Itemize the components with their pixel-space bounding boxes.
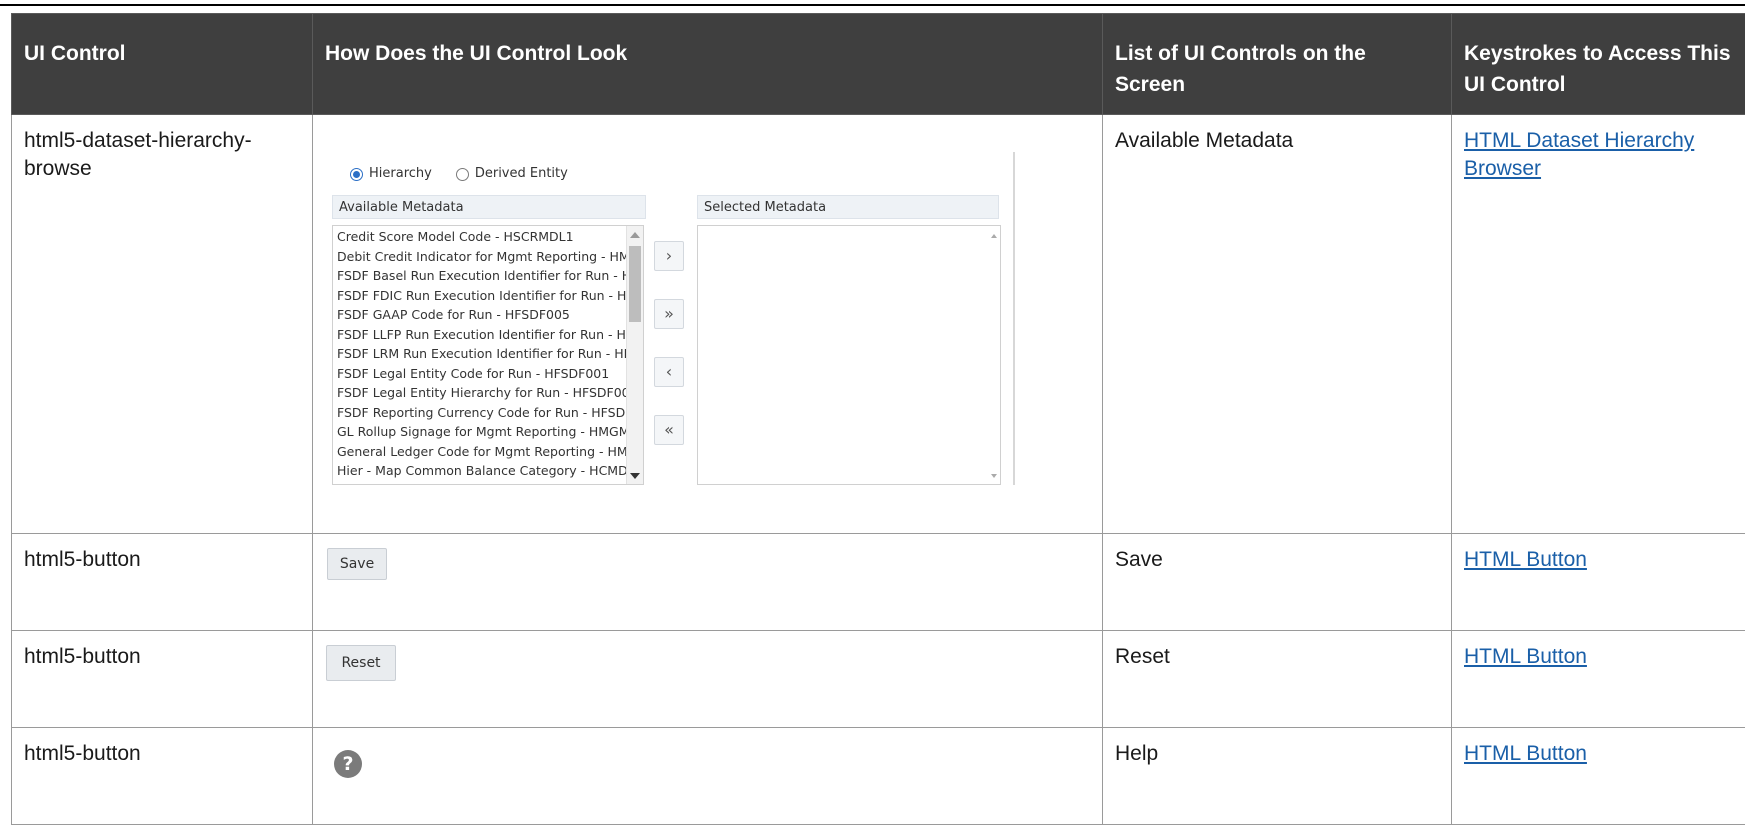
top-rule [0,4,1745,6]
radio-derived-label: Derived Entity [474,166,568,181]
mode-radio-group: Hierarchy Derived Entity [350,160,568,188]
link-html-button[interactable]: HTML Button [1464,548,1587,571]
list-item[interactable]: FSDF LLFP Run Execution Identifier for R… [333,325,627,345]
list-item[interactable]: Credit Score Model Code - HSCRMDL1 [333,227,627,247]
link-html-button[interactable]: HTML Button [1464,645,1587,668]
link-html-button[interactable]: HTML Button [1464,742,1587,765]
available-metadata-list[interactable]: Credit Score Model Code - HSCRMDL1 Debit… [332,225,644,485]
list-item[interactable]: General Ledger Code for Mgmt Reporting -… [333,442,627,462]
cell-list: Available Metadata [1102,114,1452,534]
list-item[interactable]: FSDF FDIC Run Execution Identifier for R… [333,286,627,306]
cell-control: html5-dataset-hierarchy-browse [11,114,313,534]
link-dataset-hierarchy-browser[interactable]: HTML Dataset Hierarchy Browser [1464,129,1694,180]
hierarchy-browser: Hierarchy Derived Entity Available Metad… [313,115,1103,533]
radio-derived-entity[interactable] [455,167,469,181]
cell-keystrokes: HTML Button [1451,630,1745,728]
cell-control: html5-button [11,727,313,825]
list-item[interactable]: FSDF GAAP Code for Run - HFSDF005 [333,305,627,325]
scroll-up-icon[interactable] [630,232,640,238]
ui-controls-table: UI Control How Does the UI Control Look … [11,13,1745,825]
header-ui-control: UI Control [11,13,313,115]
move-left-button[interactable]: ‹ [654,357,684,387]
move-all-right-button[interactable]: » [654,299,684,329]
move-all-left-button[interactable]: « [654,415,684,445]
selected-metadata-list[interactable] [697,225,1001,485]
table-row: html5-button Reset Reset HTML Button [11,630,1745,728]
list-item[interactable]: FSDF LRM Run Execution Identifier for Ru… [333,344,627,364]
scroll-up-icon[interactable] [991,234,997,238]
cell-look: ? [312,727,1103,825]
cell-list: Reset [1102,630,1452,728]
cell-list: Help [1102,727,1452,825]
table-row: html5-dataset-hierarchy-browse Hierarchy… [11,114,1745,534]
list-item[interactable]: FSDF Reporting Currency Code for Run - H… [333,403,627,423]
cell-control: html5-button [11,533,313,631]
cell-look: Reset [312,630,1103,728]
selected-metadata-header: Selected Metadata [697,195,999,219]
cell-look: Hierarchy Derived Entity Available Metad… [312,114,1103,534]
scroll-down-icon[interactable] [630,473,640,479]
scroll-thumb[interactable] [629,246,641,322]
cell-keystrokes: HTML Button [1451,727,1745,825]
table-row: html5-button ? Help HTML Button [11,727,1745,825]
cell-look: Save [312,533,1103,631]
header-keystrokes: Keystrokes to Access This UI Control [1451,13,1745,115]
available-metadata-header: Available Metadata [332,195,646,219]
list-item[interactable]: GL Rollup Signage for Mgmt Reporting - H… [333,422,627,442]
cell-keystrokes: HTML Dataset Hierarchy Browser [1451,114,1745,534]
header-list: List of UI Controls on the Screen [1102,13,1452,115]
cell-keystrokes: HTML Button [1451,533,1745,631]
save-button[interactable]: Save [327,548,387,580]
help-icon[interactable]: ? [334,750,362,778]
radio-hierarchy[interactable] [350,167,363,181]
cell-control: html5-button [11,630,313,728]
scroll-down-icon[interactable] [991,474,997,478]
list-scrollbar[interactable] [626,226,643,484]
move-right-button[interactable]: › [654,241,684,271]
table-row: html5-button Save Save HTML Button [11,533,1745,631]
reset-button[interactable]: Reset [326,645,396,681]
list-item[interactable]: FSDF Legal Entity Hierarchy for Run - HF… [333,383,627,403]
radio-hierarchy-label: Hierarchy [369,166,432,181]
list-item[interactable]: FSDF Legal Entity Code for Run - HFSDF00… [333,364,627,384]
list-item[interactable]: Debit Credit Indicator for Mgmt Reportin… [333,247,627,267]
cell-list: Save [1102,533,1452,631]
list-item[interactable]: Hier - Map Common Balance Category - HCM… [333,461,627,481]
header-look: How Does the UI Control Look [312,13,1103,115]
list-item[interactable]: FSDF Basel Run Execution Identifier for … [333,266,627,286]
table-header-row: UI Control How Does the UI Control Look … [11,13,1745,115]
